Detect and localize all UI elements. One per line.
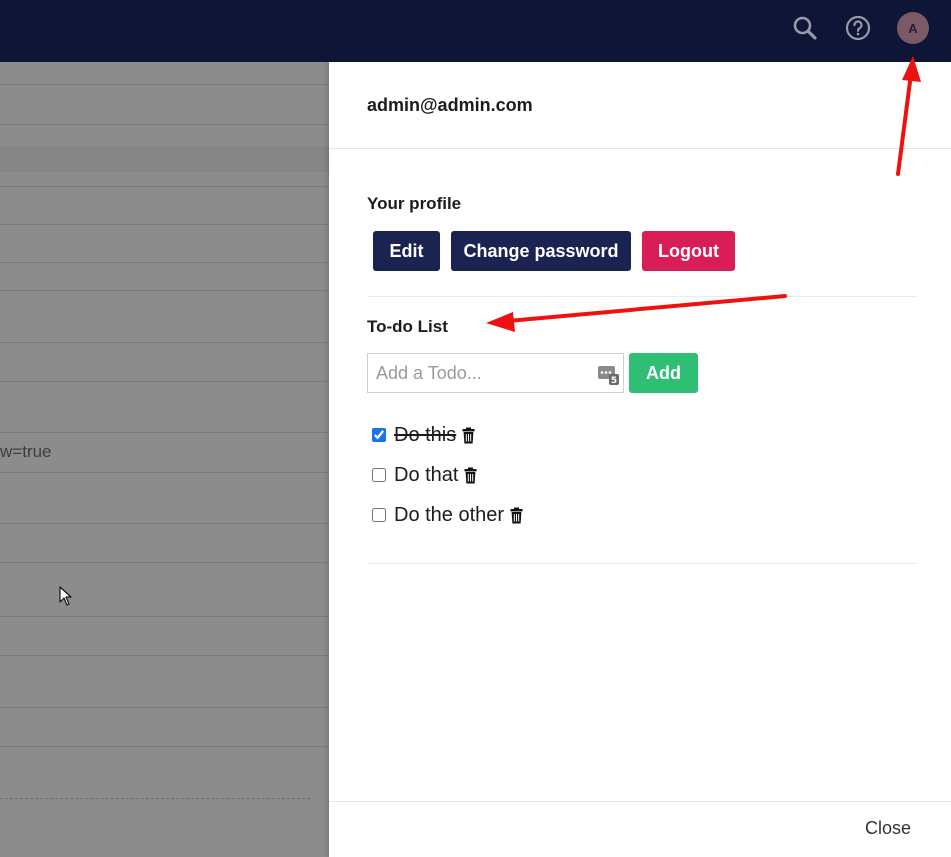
trash-icon bbox=[462, 427, 475, 443]
user-email: admin@admin.com bbox=[367, 94, 533, 115]
todo-item-text: Do this bbox=[394, 423, 457, 446]
background-row-divider bbox=[0, 707, 329, 708]
profile-section-title: Your profile bbox=[367, 194, 462, 213]
drawer-header: admin@admin.com bbox=[329, 62, 951, 149]
background-row-divider bbox=[0, 746, 329, 747]
edit-profile-button[interactable]: Edit bbox=[373, 231, 440, 271]
todo-input[interactable] bbox=[368, 354, 593, 392]
background-dashed-divider bbox=[0, 798, 310, 799]
delete-todo-button[interactable] bbox=[510, 507, 523, 524]
help-button[interactable] bbox=[841, 12, 875, 44]
todo-item: Do this bbox=[372, 422, 475, 448]
background-row-divider bbox=[0, 432, 329, 433]
delete-todo-button[interactable] bbox=[462, 427, 475, 444]
trash-icon bbox=[464, 467, 477, 483]
background-row-divider bbox=[0, 472, 329, 473]
background-row-divider bbox=[0, 562, 329, 563]
todo-item-text: Do the other bbox=[394, 503, 505, 526]
background-row-divider bbox=[0, 523, 329, 524]
background-row-divider bbox=[0, 262, 329, 263]
background-row-divider bbox=[0, 290, 329, 291]
todo-item: Do that bbox=[372, 462, 477, 488]
delete-todo-button[interactable] bbox=[464, 467, 477, 484]
svg-text:5: 5 bbox=[611, 376, 617, 385]
background-row-divider bbox=[0, 224, 329, 225]
search-icon bbox=[793, 16, 817, 40]
page-backdrop-overlay[interactable]: w=true bbox=[0, 62, 329, 857]
background-row-divider bbox=[0, 342, 329, 343]
todo-item: Do the other bbox=[372, 502, 523, 528]
background-row-divider bbox=[0, 381, 329, 382]
background-row-divider bbox=[0, 186, 329, 187]
todo-section-title: To-do List bbox=[367, 317, 448, 336]
section-divider bbox=[367, 296, 917, 297]
help-icon bbox=[845, 15, 871, 41]
todo-input-container: 5 bbox=[367, 353, 624, 393]
user-avatar-button[interactable]: A bbox=[896, 12, 930, 44]
background-row-divider bbox=[0, 124, 329, 125]
add-todo-button[interactable]: Add bbox=[629, 353, 698, 393]
todo-checkbox[interactable] bbox=[372, 508, 386, 522]
background-partial-text: w=true bbox=[0, 442, 52, 461]
todo-item-text: Do that bbox=[394, 463, 459, 486]
background-row-divider bbox=[0, 84, 329, 85]
top-navbar: A bbox=[0, 0, 951, 62]
avatar: A bbox=[897, 12, 929, 44]
background-row-divider bbox=[0, 616, 329, 617]
drawer-footer: Close bbox=[329, 801, 951, 857]
close-drawer-button[interactable]: Close bbox=[865, 818, 911, 839]
user-drawer-panel: admin@admin.com Your profile Edit Change… bbox=[329, 62, 951, 857]
password-manager-icon[interactable]: 5 bbox=[597, 363, 619, 385]
search-button[interactable] bbox=[788, 12, 822, 44]
change-password-button[interactable]: Change password bbox=[451, 231, 631, 271]
mouse-cursor-icon bbox=[59, 586, 72, 606]
todo-checkbox[interactable] bbox=[372, 468, 386, 482]
section-divider bbox=[367, 563, 917, 564]
background-row-divider bbox=[0, 655, 329, 656]
trash-icon bbox=[510, 507, 523, 523]
todo-checkbox[interactable] bbox=[372, 428, 386, 442]
logout-button[interactable]: Logout bbox=[642, 231, 735, 271]
background-highlight-row bbox=[0, 147, 329, 172]
